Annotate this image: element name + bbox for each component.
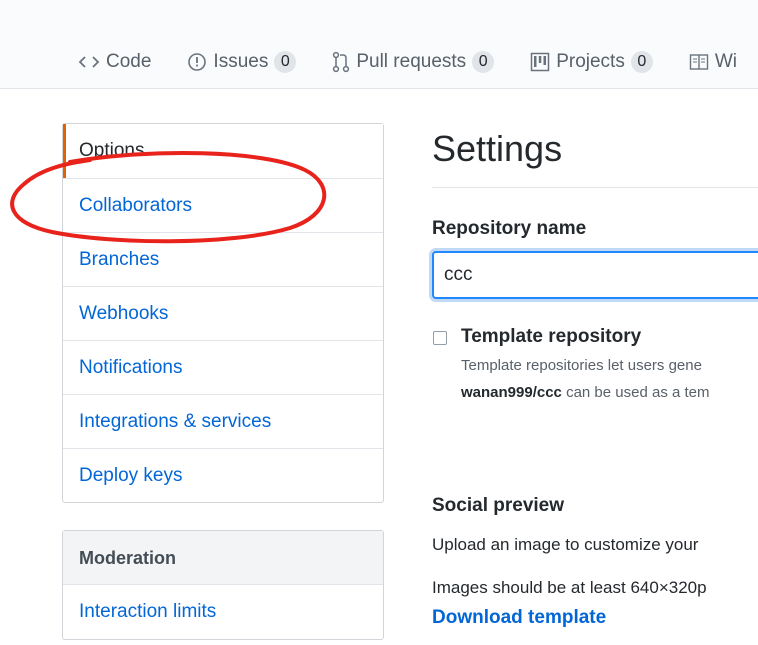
title-divider: [432, 187, 758, 188]
template-description-2-rest: can be used as a tem: [561, 384, 710, 401]
sidebar-item-interaction-limits[interactable]: Interaction limits: [63, 585, 383, 639]
template-description-2: wanan999/ccc can be used as a tem: [461, 384, 710, 401]
issue-icon: [187, 52, 207, 72]
sidebar-item-options[interactable]: Options: [63, 124, 383, 178]
pull-requests-counter: 0: [472, 51, 495, 73]
tab-pull-requests-label: Pull requests: [356, 51, 467, 72]
tab-pull-requests[interactable]: Pull requests 0: [332, 51, 495, 73]
repo-name-label: Repository name: [432, 218, 587, 239]
template-description: Template repositories let users gene: [461, 357, 702, 374]
template-repo-fullname: wanan999/ccc: [461, 384, 562, 401]
sidebar-item-notifications[interactable]: Notifications: [63, 340, 383, 394]
download-template-link[interactable]: Download template: [432, 607, 606, 629]
social-preview-title: Social preview: [432, 495, 565, 516]
sidebar-item-integrations-services[interactable]: Integrations & services: [63, 394, 383, 448]
sidebar-item-collaborators[interactable]: Collaborators: [63, 178, 383, 232]
tab-wiki[interactable]: Wi: [689, 51, 737, 73]
moderation-heading: Moderation: [63, 531, 383, 585]
tab-projects[interactable]: Projects 0: [530, 51, 653, 73]
issues-counter: 0: [274, 51, 297, 73]
tab-issues-label: Issues: [213, 51, 269, 72]
tab-code[interactable]: Code: [78, 51, 151, 73]
tab-code-label: Code: [106, 51, 152, 72]
sidebar-item-webhooks[interactable]: Webhooks: [63, 286, 383, 340]
settings-menu: Options Collaborators Branches Webhooks …: [62, 123, 384, 503]
template-repository-label: Template repository: [461, 326, 642, 347]
moderation-menu: Moderation Interaction limits: [62, 530, 384, 640]
social-preview-description: Upload an image to customize your: [432, 535, 699, 554]
code-icon: [78, 54, 100, 70]
tab-projects-label: Projects: [556, 51, 625, 72]
repo-name-input[interactable]: [432, 251, 758, 299]
repo-header: Code Issues 0 Pull requests 0 Projects 0: [0, 0, 758, 89]
page-title: Settings: [432, 128, 563, 169]
sidebar-item-branches[interactable]: Branches: [63, 232, 383, 286]
tab-wiki-label: Wi: [714, 51, 737, 72]
repo-nav-tabs: Code Issues 0 Pull requests 0 Projects 0: [78, 48, 758, 76]
template-repository-checkbox[interactable]: [433, 331, 447, 345]
wiki-icon: [689, 53, 709, 71]
sidebar-item-deploy-keys[interactable]: Deploy keys: [63, 448, 383, 502]
social-preview-size-note: Images should be at least 640×320p: [432, 578, 707, 597]
pull-request-icon: [332, 51, 350, 73]
project-icon: [530, 52, 550, 72]
projects-counter: 0: [630, 51, 653, 73]
tab-issues[interactable]: Issues 0: [187, 51, 297, 73]
